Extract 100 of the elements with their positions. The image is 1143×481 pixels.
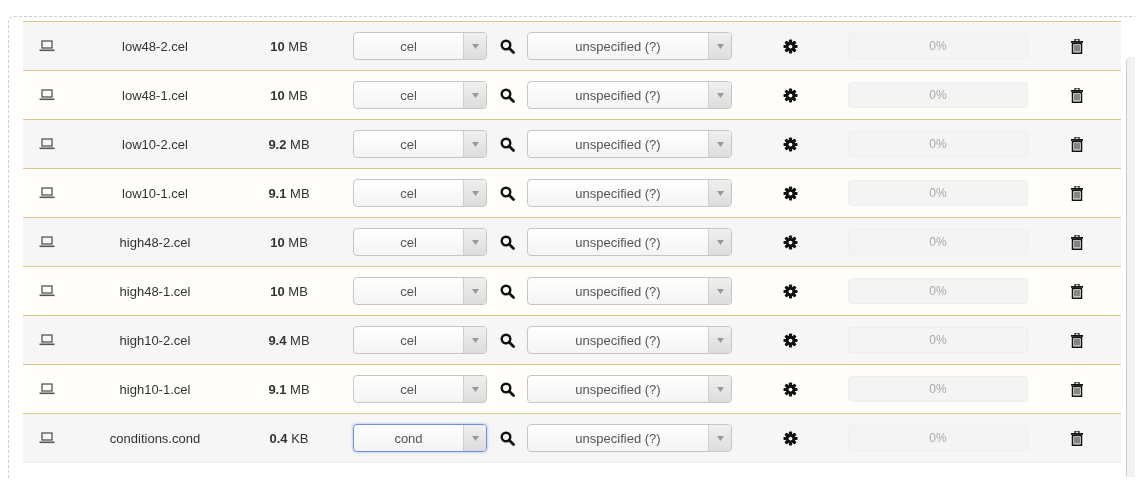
search-icon[interactable]: [499, 87, 515, 103]
file-name: low10-2.cel: [122, 136, 188, 152]
caret-icon: [716, 386, 724, 392]
file-size: 10 MB: [270, 283, 308, 299]
annotation-dropdown[interactable]: unspecified (?): [527, 375, 732, 403]
scrollbar[interactable]: [1126, 57, 1135, 477]
trash-icon[interactable]: [1071, 381, 1083, 397]
caret-icon: [471, 92, 479, 98]
laptop-icon: [39, 40, 55, 52]
caret-icon: [471, 190, 479, 196]
laptop-icon: [39, 138, 55, 150]
annotation-dropdown[interactable]: unspecified (?): [527, 81, 732, 109]
trash-icon[interactable]: [1071, 234, 1083, 250]
file-size: 9.2 MB: [268, 136, 310, 152]
search-icon[interactable]: [499, 136, 515, 152]
caret-icon: [471, 141, 479, 147]
search-icon[interactable]: [499, 332, 515, 348]
caret-icon: [716, 43, 724, 49]
laptop-icon: [39, 89, 55, 101]
file-name: high48-2.cel: [119, 234, 191, 250]
progress-text: 0%: [928, 136, 948, 153]
settings-icon[interactable]: [782, 430, 798, 446]
type-dropdown[interactable]: cel: [353, 179, 487, 207]
search-icon[interactable]: [499, 185, 515, 201]
caret-icon: [471, 337, 479, 343]
trash-icon[interactable]: [1071, 38, 1083, 54]
search-icon[interactable]: [499, 430, 515, 446]
file-size: 9.4 MB: [268, 332, 310, 348]
progress-text: 0%: [928, 185, 948, 202]
settings-icon[interactable]: [782, 283, 798, 299]
settings-icon[interactable]: [782, 234, 798, 250]
type-dropdown[interactable]: cel: [353, 130, 487, 158]
file-size: 10 MB: [270, 87, 308, 103]
settings-icon[interactable]: [782, 381, 798, 397]
caret-icon: [471, 386, 479, 392]
caret-icon: [471, 43, 479, 49]
search-icon[interactable]: [499, 283, 515, 299]
annotation-dropdown[interactable]: unspecified (?): [527, 424, 732, 452]
progress-text: 0%: [928, 283, 948, 300]
laptop-icon: [39, 432, 55, 444]
settings-icon[interactable]: [782, 332, 798, 348]
file-size: 9.1 MB: [268, 381, 310, 397]
file-name: high10-2.cel: [119, 332, 191, 348]
type-dropdown[interactable]: cel: [353, 32, 487, 60]
file-name: low10-1.cel: [122, 185, 188, 201]
annotation-dropdown[interactable]: unspecified (?): [527, 228, 732, 256]
annotation-dropdown[interactable]: unspecified (?): [527, 179, 732, 207]
caret-icon: [716, 190, 724, 196]
caret-icon: [716, 239, 724, 245]
file-name: low48-2.cel: [122, 38, 188, 54]
caret-icon: [716, 141, 724, 147]
trash-icon[interactable]: [1071, 430, 1083, 446]
trash-icon[interactable]: [1071, 283, 1083, 299]
laptop-icon: [39, 187, 55, 199]
caret-icon: [716, 337, 724, 343]
caret-icon: [716, 435, 724, 441]
type-dropdown[interactable]: cel: [353, 277, 487, 305]
caret-icon: [471, 239, 479, 245]
progress-text: 0%: [928, 234, 948, 251]
file-name: conditions.cond: [109, 430, 201, 446]
caret-icon: [471, 288, 479, 294]
search-icon[interactable]: [499, 38, 515, 54]
settings-icon[interactable]: [782, 136, 798, 152]
settings-icon[interactable]: [782, 185, 798, 201]
type-dropdown[interactable]: cel: [353, 228, 487, 256]
search-icon[interactable]: [499, 234, 515, 250]
trash-icon[interactable]: [1071, 332, 1083, 348]
annotation-dropdown[interactable]: unspecified (?): [527, 326, 732, 354]
trash-icon[interactable]: [1071, 185, 1083, 201]
trash-icon[interactable]: [1071, 87, 1083, 103]
annotation-dropdown[interactable]: unspecified (?): [527, 277, 732, 305]
laptop-icon: [39, 334, 55, 346]
file-size: 10 MB: [270, 234, 308, 250]
progress-text: 0%: [928, 87, 948, 104]
type-dropdown[interactable]: cond: [353, 424, 487, 452]
annotation-dropdown[interactable]: unspecified (?): [527, 130, 732, 158]
caret-icon: [471, 435, 479, 441]
progress-text: 0%: [928, 332, 948, 349]
file-name: low48-1.cel: [122, 87, 188, 103]
file-size: 10 MB: [270, 38, 308, 54]
file-name: high10-1.cel: [119, 381, 191, 397]
annotation-dropdown[interactable]: unspecified (?): [527, 32, 732, 60]
caret-icon: [716, 288, 724, 294]
laptop-icon: [39, 285, 55, 297]
file-name: high48-1.cel: [119, 283, 191, 299]
search-icon[interactable]: [499, 381, 515, 397]
type-dropdown[interactable]: cel: [353, 375, 487, 403]
type-dropdown[interactable]: cel: [353, 81, 487, 109]
settings-icon[interactable]: [782, 38, 798, 54]
progress-text: 0%: [928, 38, 948, 55]
laptop-icon: [39, 236, 55, 248]
laptop-icon: [39, 383, 55, 395]
type-dropdown[interactable]: cel: [353, 326, 487, 354]
caret-icon: [716, 92, 724, 98]
progress-text: 0%: [928, 430, 948, 447]
trash-icon[interactable]: [1071, 136, 1083, 152]
settings-icon[interactable]: [782, 87, 798, 103]
file-size: 9.1 MB: [268, 185, 310, 201]
file-size: 0.4 KB: [269, 430, 309, 446]
progress-text: 0%: [928, 381, 948, 398]
